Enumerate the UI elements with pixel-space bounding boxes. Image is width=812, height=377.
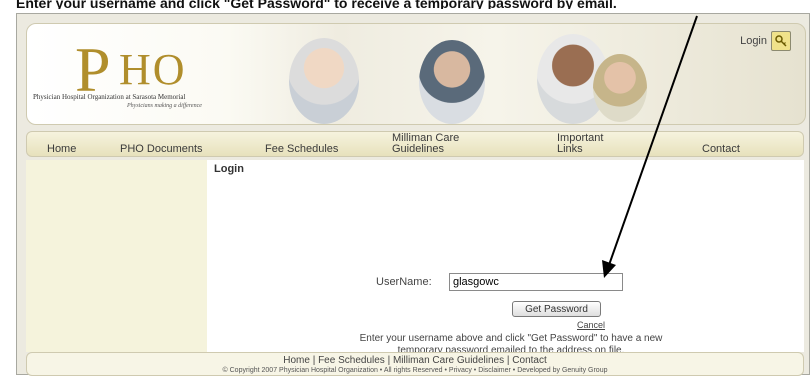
page-title: Login	[214, 163, 244, 175]
content-area: Login UserName: Get Password Cancel Ente…	[26, 160, 804, 356]
footer: Home | Fee Schedules | Milliman Care Gui…	[26, 352, 804, 376]
header-banner: P HO Physician Hospital Organization at …	[26, 23, 806, 125]
footer-home-link[interactable]: Home	[283, 355, 310, 366]
nav-pho-documents[interactable]: PHO Documents	[120, 144, 203, 155]
tagline: Physicians making a difference	[127, 103, 202, 109]
nav-home[interactable]: Home	[47, 144, 76, 155]
header-login[interactable]: Login	[740, 31, 791, 51]
org-name: Physician Hospital Organization at Saras…	[33, 93, 186, 101]
cancel-link[interactable]: Cancel	[577, 320, 605, 330]
nav-milliman-line2[interactable]: Guidelines	[392, 144, 459, 155]
nav-contact[interactable]: Contact	[702, 144, 740, 155]
logo-letters-ho: HO	[119, 45, 187, 94]
username-input[interactable]	[449, 273, 623, 291]
nav-important-links[interactable]: Important Links	[557, 133, 603, 155]
left-sidebar	[26, 160, 207, 352]
footer-links: Home | Fee Schedules | Milliman Care Gui…	[27, 355, 803, 366]
nav-fee-schedules[interactable]: Fee Schedules	[265, 144, 338, 155]
get-password-button[interactable]: Get Password	[512, 301, 601, 317]
instruction-caption: Enter your username and click "Get Passw…	[16, 0, 617, 9]
footer-contact-link[interactable]: Contact	[512, 355, 546, 366]
doctor-photo-1	[289, 38, 359, 124]
page-shell: P HO Physician Hospital Organization at …	[16, 13, 810, 376]
doctor-photo-2	[419, 40, 485, 124]
key-icon[interactable]	[771, 31, 791, 51]
footer-milliman-link[interactable]: Milliman Care Guidelines	[393, 355, 504, 366]
nav-milliman[interactable]: Milliman Care Guidelines	[392, 133, 459, 155]
header-login-label[interactable]: Login	[740, 35, 767, 47]
nav-important-line2[interactable]: Links	[557, 144, 603, 155]
footer-fee-schedules-link[interactable]: Fee Schedules	[318, 355, 385, 366]
doctor-photo-4	[593, 54, 647, 122]
copyright-text: © Copyright 2007 Physician Hospital Orga…	[222, 367, 608, 374]
username-label: UserName:	[376, 276, 432, 288]
main-nav: Home PHO Documents Fee Schedules Millima…	[26, 131, 804, 157]
